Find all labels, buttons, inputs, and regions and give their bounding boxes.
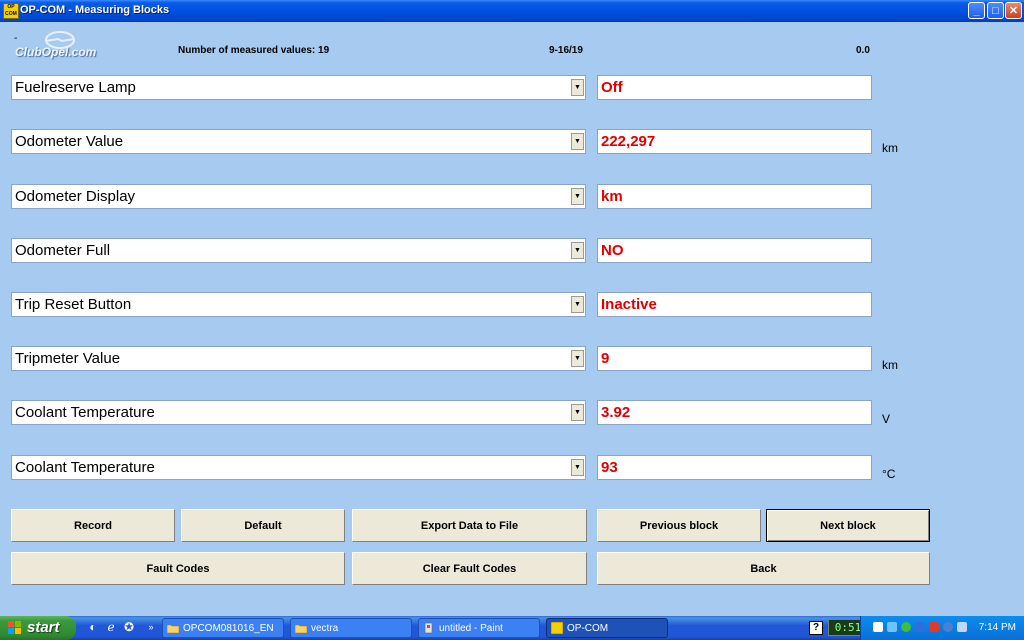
record-button[interactable]: Record [11, 509, 175, 542]
previous-block-button[interactable]: Previous block [597, 509, 761, 542]
help-icon[interactable]: ? [809, 621, 823, 635]
export-data-button[interactable]: Export Data to File [352, 509, 587, 542]
task-vectra-folder[interactable]: vectra [290, 618, 412, 638]
measure-unit: km [882, 141, 898, 155]
measure-select[interactable]: Odometer Display ▼ [11, 184, 586, 209]
next-block-button[interactable]: Next block [766, 509, 930, 542]
app-icon: OP COM [3, 3, 19, 19]
measure-label: Fuelreserve Lamp [15, 79, 136, 96]
block-range: 9-16/19 [549, 45, 583, 56]
measure-unit: V [882, 412, 891, 426]
measure-label: Odometer Full [15, 242, 111, 259]
chevron-down-icon[interactable]: ▼ [571, 133, 584, 150]
status-green-icon[interactable] [901, 622, 911, 632]
maximize-button[interactable]: □ [987, 2, 1004, 19]
media-player-icon[interactable]: ✪ [122, 620, 136, 634]
logo-text: ClubOpel.com [15, 45, 97, 59]
title-bar[interactable]: OP COM OP-COM - Measuring Blocks _ □ ✕ [0, 0, 1024, 22]
measure-value: 3.92 [597, 400, 872, 425]
measure-value: 222,297 [597, 129, 872, 154]
measure-label: Tripmeter Value [15, 350, 121, 367]
folder-icon [167, 624, 179, 634]
minimize-button[interactable]: _ [968, 2, 985, 19]
ati-icon[interactable] [929, 622, 939, 632]
internet-explorer-icon[interactable]: ℯ [104, 620, 118, 634]
volume-icon[interactable] [943, 622, 953, 632]
show-desktop-icon[interactable]: ◐ [86, 620, 100, 634]
measure-label: Odometer Display [15, 188, 136, 205]
task-paint[interactable]: untitled - Paint [418, 618, 540, 638]
measure-label: Coolant Temperature [15, 459, 155, 476]
back-button[interactable]: Back [597, 552, 930, 585]
club-opel-logo: ClubOpel.com [14, 30, 114, 62]
task-opcom[interactable]: OP-COM [546, 618, 668, 638]
status-value: 0.0 [856, 45, 870, 56]
quicklaunch-more-icon[interactable]: » [144, 620, 158, 634]
measure-select[interactable]: Coolant Temperature ▼ [11, 400, 586, 425]
measure-select[interactable]: Trip Reset Button ▼ [11, 292, 586, 317]
windows-logo-icon [8, 621, 22, 635]
window-title: OP-COM - Measuring Blocks [20, 4, 170, 16]
start-button[interactable]: start [0, 616, 76, 640]
measure-value: 9 [597, 346, 872, 371]
chevron-down-icon[interactable]: ▼ [571, 242, 584, 259]
measure-label: Odometer Value [15, 133, 124, 150]
measure-value: km [597, 184, 872, 209]
measure-value: NO [597, 238, 872, 263]
measure-select[interactable]: Odometer Value ▼ [11, 129, 586, 154]
folder-icon [295, 624, 307, 634]
measure-select[interactable]: Coolant Temperature ▼ [11, 455, 586, 480]
network-icon[interactable] [887, 622, 897, 632]
measure-unit: km [882, 358, 898, 372]
opcom-app-icon [551, 622, 563, 634]
measure-select[interactable]: Odometer Full ▼ [11, 238, 586, 263]
clear-fault-codes-button[interactable]: Clear Fault Codes [352, 552, 587, 585]
measure-value: 93 [597, 455, 872, 480]
safely-remove-icon[interactable] [957, 622, 967, 632]
chevron-down-icon[interactable]: ▼ [571, 350, 584, 367]
tray-app-icon[interactable] [873, 622, 883, 632]
measure-unit: °C [882, 467, 896, 481]
chevron-down-icon[interactable]: ▼ [571, 188, 584, 205]
measure-label: Coolant Temperature [15, 404, 155, 421]
chevron-down-icon[interactable]: ▼ [571, 79, 584, 96]
chevron-down-icon[interactable]: ▼ [571, 404, 584, 421]
default-button[interactable]: Default [181, 509, 345, 542]
measure-value: Off [597, 75, 872, 100]
measure-value: Inactive [597, 292, 872, 317]
task-opcom-folder[interactable]: OPCOM081016_EN [162, 618, 284, 638]
chevron-down-icon[interactable]: ▼ [571, 459, 584, 476]
dash-marker: - [14, 33, 18, 44]
clock: 7:14 PM [978, 622, 1016, 633]
measure-select[interactable]: Tripmeter Value ▼ [11, 346, 586, 371]
measure-select[interactable]: Fuelreserve Lamp ▼ [11, 75, 586, 100]
fault-codes-button[interactable]: Fault Codes [11, 552, 345, 585]
measure-label: Trip Reset Button [15, 296, 132, 313]
system-tray: 7:14 PM [860, 616, 1024, 640]
chevron-down-icon[interactable]: ▼ [571, 296, 584, 313]
tray-window-icon[interactable] [915, 622, 925, 632]
close-button[interactable]: ✕ [1005, 2, 1022, 19]
paint-icon [424, 622, 433, 634]
measured-values-count: Number of measured values: 19 [178, 45, 330, 56]
taskbar: start ◐ ℯ ✪ » OPCOM081016_EN vectra unti… [0, 616, 1024, 640]
